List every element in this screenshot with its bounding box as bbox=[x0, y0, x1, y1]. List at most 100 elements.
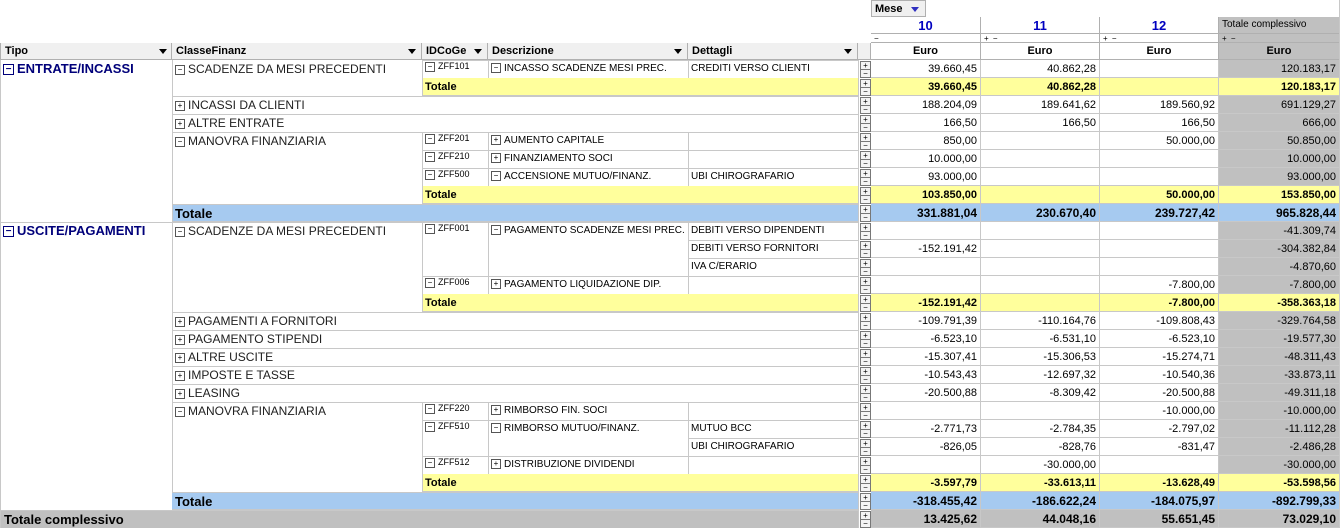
expand-toggle-icon[interactable]: + bbox=[491, 153, 501, 164]
field-header-idcoge[interactable]: IDCoGe bbox=[422, 43, 488, 60]
expand-toggle-icon[interactable]: − bbox=[425, 457, 435, 468]
row-collapse-button[interactable]: − bbox=[860, 501, 871, 510]
expand-toggle-icon[interactable]: + bbox=[175, 370, 185, 381]
grand-total-value: 691.129,27 bbox=[1219, 96, 1340, 114]
row-collapse-button[interactable]: − bbox=[860, 69, 871, 78]
row-collapse-button[interactable]: − bbox=[860, 231, 871, 240]
expand-toggle-icon[interactable]: − bbox=[3, 226, 14, 238]
cell-value: -110.164,76 bbox=[981, 312, 1100, 330]
column-header-month-11[interactable]: 11 bbox=[981, 17, 1100, 34]
grid-line bbox=[172, 60, 173, 492]
cell-value: 331.881,04 bbox=[871, 204, 981, 222]
row-collapse-button[interactable]: − bbox=[860, 105, 871, 114]
row-collapse-button[interactable]: − bbox=[860, 285, 871, 294]
column-collapse-icon[interactable]: + − bbox=[984, 35, 999, 43]
field-header-descrizione[interactable]: Descrizione bbox=[488, 43, 688, 60]
expand-toggle-icon[interactable]: − bbox=[425, 223, 435, 234]
row-collapse-button[interactable]: − bbox=[860, 249, 871, 258]
expand-toggle-icon[interactable]: − bbox=[491, 225, 501, 236]
expand-toggle-icon[interactable]: − bbox=[425, 421, 435, 432]
grid-line bbox=[422, 402, 423, 492]
expand-toggle-icon[interactable]: − bbox=[425, 151, 435, 162]
expand-toggle-icon[interactable]: − bbox=[425, 277, 435, 288]
expand-toggle-icon[interactable]: − bbox=[491, 63, 501, 74]
expand-toggle-icon[interactable]: − bbox=[425, 403, 435, 414]
expand-toggle-icon[interactable]: + bbox=[175, 118, 185, 129]
expand-toggle-icon[interactable]: − bbox=[491, 171, 501, 182]
field-header-dettagli[interactable]: Dettagli bbox=[688, 43, 858, 60]
expand-toggle-icon[interactable]: + bbox=[491, 459, 501, 470]
row-collapse-button[interactable]: − bbox=[860, 357, 871, 366]
filter-mese-button[interactable]: Mese bbox=[871, 0, 926, 17]
grid-line bbox=[858, 60, 859, 528]
expand-toggle-icon[interactable]: + bbox=[175, 334, 185, 345]
expand-toggle-icon[interactable]: − bbox=[175, 226, 185, 237]
field-dropdown-icon[interactable] bbox=[408, 49, 416, 54]
expand-toggle-icon[interactable]: + bbox=[491, 405, 501, 416]
expand-toggle-icon[interactable]: − bbox=[175, 136, 185, 147]
grand-total-value: -892.799,33 bbox=[1219, 492, 1340, 510]
expand-toggle-icon[interactable]: + bbox=[175, 316, 185, 327]
field-header-tipo[interactable]: Tipo bbox=[0, 43, 172, 60]
field-dropdown-icon[interactable] bbox=[474, 49, 482, 54]
row-collapse-button[interactable]: − bbox=[860, 303, 871, 312]
tipo-cell-text: ENTRATE/INCASSI bbox=[17, 61, 134, 76]
grid-line bbox=[688, 258, 858, 259]
row-collapse-button[interactable]: − bbox=[860, 141, 871, 150]
row-collapse-button[interactable]: − bbox=[860, 339, 871, 348]
column-collapse-icon[interactable]: + − bbox=[1222, 35, 1237, 43]
expand-toggle-icon[interactable]: + bbox=[491, 135, 501, 146]
detail-cell: UBI CHIROGRAFARIO bbox=[691, 441, 795, 452]
row-collapse-button[interactable]: − bbox=[860, 483, 871, 492]
expand-toggle-icon[interactable]: + bbox=[175, 100, 185, 111]
column-header-month-10[interactable]: 10 bbox=[871, 17, 981, 34]
classe-finanz-cell-text: PAGAMENTI A FORNITORI bbox=[188, 314, 337, 328]
cell-value: -6.523,10 bbox=[871, 330, 981, 348]
expand-toggle-icon[interactable]: − bbox=[425, 61, 435, 72]
cell-value: -8.309,42 bbox=[981, 384, 1100, 402]
expand-toggle-icon[interactable]: − bbox=[491, 423, 501, 434]
row-collapse-button[interactable]: − bbox=[860, 519, 871, 528]
column-collapse-icon[interactable]: + − bbox=[1103, 35, 1118, 43]
row-collapse-button[interactable]: − bbox=[860, 123, 871, 132]
filter-dropdown-icon[interactable] bbox=[911, 7, 919, 12]
row-collapse-button[interactable]: − bbox=[860, 87, 871, 96]
row-collapse-button[interactable]: − bbox=[860, 159, 871, 168]
row-collapse-button[interactable]: − bbox=[860, 267, 871, 276]
cell-value bbox=[871, 402, 981, 420]
expand-toggle-icon[interactable]: − bbox=[425, 169, 435, 180]
field-dropdown-icon[interactable] bbox=[159, 49, 167, 54]
expand-toggle-icon[interactable]: − bbox=[175, 406, 185, 417]
classe-finanz-cell: + IMPOSTE E TASSE bbox=[172, 366, 422, 384]
expand-toggle-icon[interactable]: − bbox=[3, 64, 14, 76]
column-header-month-12[interactable]: 12 bbox=[1100, 17, 1219, 34]
idcoge-cell-text: ZFF006 bbox=[438, 277, 470, 287]
row-collapse-button[interactable]: − bbox=[860, 321, 871, 330]
cell-value: 44.048,16 bbox=[981, 510, 1100, 528]
expand-toggle-icon[interactable]: + bbox=[491, 279, 501, 290]
column-collapse-icon[interactable]: − bbox=[874, 35, 880, 43]
grid-line bbox=[688, 438, 858, 439]
row-collapse-button[interactable]: − bbox=[860, 195, 871, 204]
field-dropdown-icon[interactable] bbox=[844, 49, 852, 54]
row-collapse-button[interactable]: − bbox=[860, 465, 871, 474]
grid-line bbox=[172, 492, 858, 493]
row-collapse-button[interactable]: − bbox=[860, 213, 871, 222]
expand-toggle-icon[interactable]: + bbox=[175, 388, 185, 399]
expand-toggle-icon[interactable]: + bbox=[175, 352, 185, 363]
cell-value: -33.613,11 bbox=[981, 474, 1100, 492]
field-header-classefinanz[interactable]: ClasseFinanz bbox=[172, 43, 422, 60]
description-cell: − ACCENSIONE MUTUO/FINANZ. bbox=[488, 168, 688, 186]
description-cell-text: AUMENTO CAPITALE bbox=[504, 135, 605, 146]
expand-toggle-icon[interactable]: − bbox=[175, 64, 185, 75]
grand-total-value: 666,00 bbox=[1219, 114, 1340, 132]
row-collapse-button[interactable]: − bbox=[860, 393, 871, 402]
expand-toggle-icon[interactable]: − bbox=[425, 133, 435, 144]
row-collapse-button[interactable]: − bbox=[860, 411, 871, 420]
row-collapse-button[interactable]: − bbox=[860, 429, 871, 438]
row-collapse-button[interactable]: − bbox=[860, 447, 871, 456]
classe-finanz-cell-text: INCASSI DA CLIENTI bbox=[188, 98, 305, 112]
row-collapse-button[interactable]: − bbox=[860, 177, 871, 186]
row-collapse-button[interactable]: − bbox=[860, 375, 871, 384]
field-dropdown-icon[interactable] bbox=[674, 49, 682, 54]
